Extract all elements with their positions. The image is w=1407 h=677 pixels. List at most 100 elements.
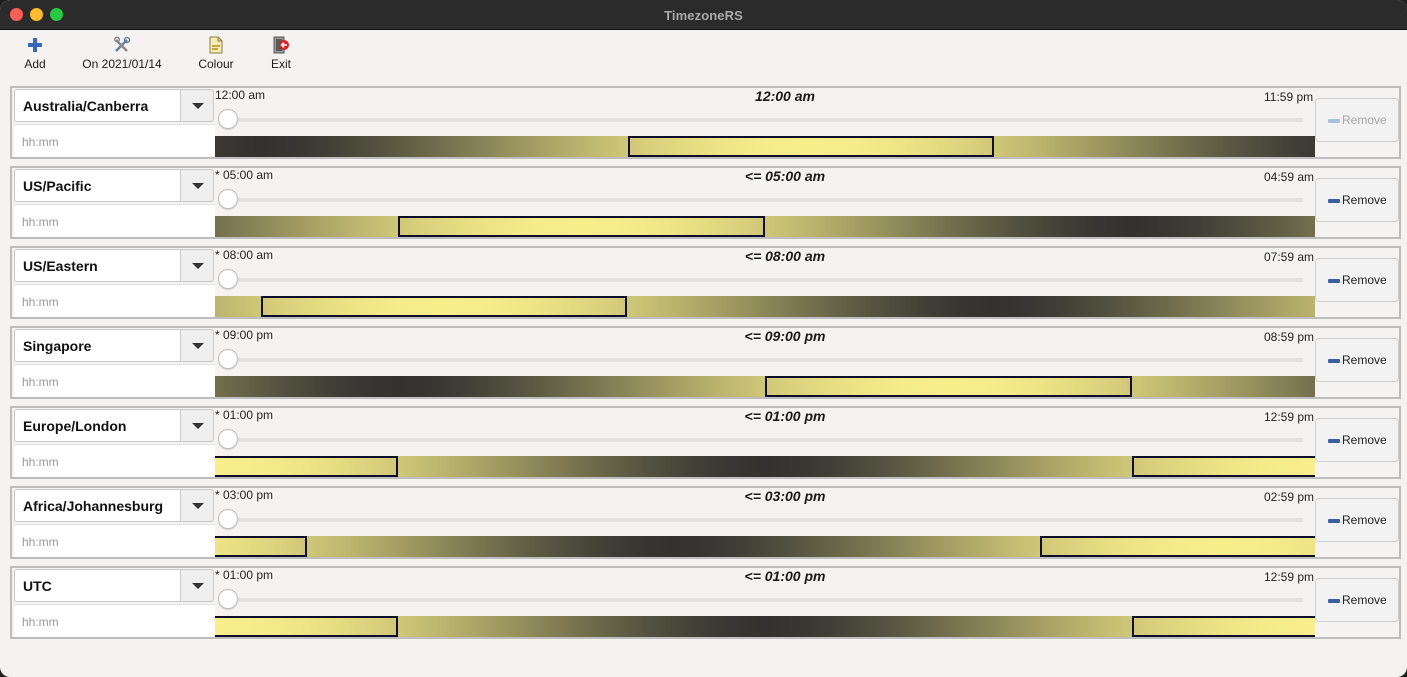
minus-icon xyxy=(1328,519,1340,523)
day-night-band xyxy=(215,216,1315,237)
end-time-label: 12:59 pm xyxy=(1264,570,1315,584)
timezone-select[interactable]: UTC xyxy=(14,569,181,602)
current-time-label: <= 09:00 pm xyxy=(744,328,826,344)
title-bar: TimezoneRS xyxy=(0,0,1407,30)
end-time-label: 11:59 pm xyxy=(1264,90,1314,104)
exit-icon xyxy=(272,36,290,54)
remove-label: Remove xyxy=(1342,433,1387,447)
time-slider-handle[interactable] xyxy=(218,269,238,289)
start-time-label: * 05:00 am xyxy=(215,168,274,182)
time-slider-handle[interactable] xyxy=(218,509,238,529)
working-hours-highlight xyxy=(398,216,765,237)
timezone-row: Europe/London hh:mm * 01:00 pm <= 01:00 … xyxy=(10,406,1401,479)
time-slider-track[interactable] xyxy=(228,598,1303,602)
plus-icon xyxy=(26,36,44,54)
app-window: TimezoneRS Add On 2021/01/14 Colour Exit… xyxy=(0,0,1407,677)
time-slider-track[interactable] xyxy=(228,518,1303,522)
day-night-band xyxy=(215,536,1315,557)
start-time-label: * 03:00 pm xyxy=(215,488,274,502)
minus-icon xyxy=(1328,199,1340,203)
date-label: On 2021/01/14 xyxy=(82,57,162,71)
remove-button[interactable]: Remove xyxy=(1315,258,1399,302)
time-input[interactable]: hh:mm xyxy=(14,204,215,237)
remove-label: Remove xyxy=(1342,593,1387,607)
add-button[interactable]: Add xyxy=(22,36,48,76)
time-input[interactable]: hh:mm xyxy=(14,444,215,477)
timezone-select[interactable]: Europe/London xyxy=(14,409,181,442)
current-time-label: <= 03:00 pm xyxy=(744,488,826,504)
window-title: TimezoneRS xyxy=(664,8,743,23)
time-input[interactable]: hh:mm xyxy=(14,124,215,157)
remove-button[interactable]: Remove xyxy=(1315,498,1399,542)
colour-button[interactable]: Colour xyxy=(196,36,236,76)
toolbar: Add On 2021/01/14 Colour Exit xyxy=(0,30,1407,82)
timezone-select[interactable]: Africa/Johannesburg xyxy=(14,489,181,522)
time-input[interactable]: hh:mm xyxy=(14,524,215,557)
day-night-band xyxy=(215,376,1315,397)
chevron-down-icon xyxy=(192,343,204,349)
working-hours-highlight xyxy=(1040,536,1315,557)
end-time-label: 02:59 pm xyxy=(1264,490,1315,504)
timezone-dropdown-button[interactable] xyxy=(180,329,214,362)
chevron-down-icon xyxy=(192,423,204,429)
time-slider-track[interactable] xyxy=(228,118,1303,122)
timezone-dropdown-button[interactable] xyxy=(180,489,214,522)
start-time-label: * 01:00 pm xyxy=(215,408,274,422)
timezone-dropdown-button[interactable] xyxy=(180,89,214,122)
timezone-dropdown-button[interactable] xyxy=(180,169,214,202)
time-slider-track[interactable] xyxy=(228,278,1303,282)
exit-button[interactable]: Exit xyxy=(268,36,294,76)
time-input[interactable]: hh:mm xyxy=(14,284,215,317)
remove-label: Remove xyxy=(1342,113,1387,127)
time-slider-handle[interactable] xyxy=(218,589,238,609)
timezone-select[interactable]: Australia/Canberra xyxy=(14,89,181,122)
working-hours-highlight xyxy=(765,376,1132,397)
chevron-down-icon xyxy=(192,583,204,589)
end-time-label: 08:59 pm xyxy=(1264,330,1315,344)
timezone-select[interactable]: US/Eastern xyxy=(14,249,181,282)
timezone-row: Africa/Johannesburg hh:mm * 03:00 pm <= … xyxy=(10,486,1401,559)
remove-button[interactable]: Remove xyxy=(1315,578,1399,622)
time-slider-track[interactable] xyxy=(228,438,1303,442)
working-hours-highlight xyxy=(215,616,399,637)
chevron-down-icon xyxy=(192,263,204,269)
remove-button[interactable]: Remove xyxy=(1315,178,1399,222)
timezone-select[interactable]: US/Pacific xyxy=(14,169,181,202)
time-slider-track[interactable] xyxy=(228,358,1303,362)
working-hours-highlight xyxy=(1131,456,1315,477)
minus-icon xyxy=(1328,359,1340,363)
end-time-label: 04:59 am xyxy=(1264,170,1315,184)
current-time-label: <= 05:00 am xyxy=(744,168,826,184)
day-night-band xyxy=(215,296,1315,317)
working-hours-highlight xyxy=(260,296,628,317)
current-time-label: 12:00 am xyxy=(755,88,815,104)
timezone-select[interactable]: Singapore xyxy=(14,329,181,362)
minus-icon xyxy=(1328,119,1340,123)
remove-label: Remove xyxy=(1342,193,1387,207)
timezone-dropdown-button[interactable] xyxy=(180,409,214,442)
working-hours-highlight xyxy=(215,456,399,477)
timezone-row: US/Pacific hh:mm * 05:00 am <= 05:00 am … xyxy=(10,166,1401,239)
time-slider-handle[interactable] xyxy=(218,429,238,449)
chevron-down-icon xyxy=(192,103,204,109)
working-hours-highlight xyxy=(1131,616,1315,637)
remove-button[interactable]: Remove xyxy=(1315,98,1399,142)
timezone-dropdown-button[interactable] xyxy=(180,249,214,282)
time-slider-handle[interactable] xyxy=(218,349,238,369)
time-slider-track[interactable] xyxy=(228,198,1303,202)
remove-label: Remove xyxy=(1342,513,1387,527)
timezone-row: US/Eastern hh:mm * 08:00 am <= 08:00 am … xyxy=(10,246,1401,319)
remove-button[interactable]: Remove xyxy=(1315,418,1399,462)
add-label: Add xyxy=(24,57,46,71)
timezone-dropdown-button[interactable] xyxy=(180,569,214,602)
timezone-row: Singapore hh:mm * 09:00 pm <= 09:00 pm 0… xyxy=(10,326,1401,399)
time-slider-handle[interactable] xyxy=(218,109,238,129)
time-slider-handle[interactable] xyxy=(218,189,238,209)
time-input[interactable]: hh:mm xyxy=(14,364,215,397)
start-time-label: 12:00 am xyxy=(215,88,266,102)
time-input[interactable]: hh:mm xyxy=(14,604,215,637)
current-time-label: <= 01:00 pm xyxy=(744,568,826,584)
remove-button[interactable]: Remove xyxy=(1315,338,1399,382)
day-night-band xyxy=(215,616,1315,637)
date-button[interactable]: On 2021/01/14 xyxy=(80,36,164,76)
